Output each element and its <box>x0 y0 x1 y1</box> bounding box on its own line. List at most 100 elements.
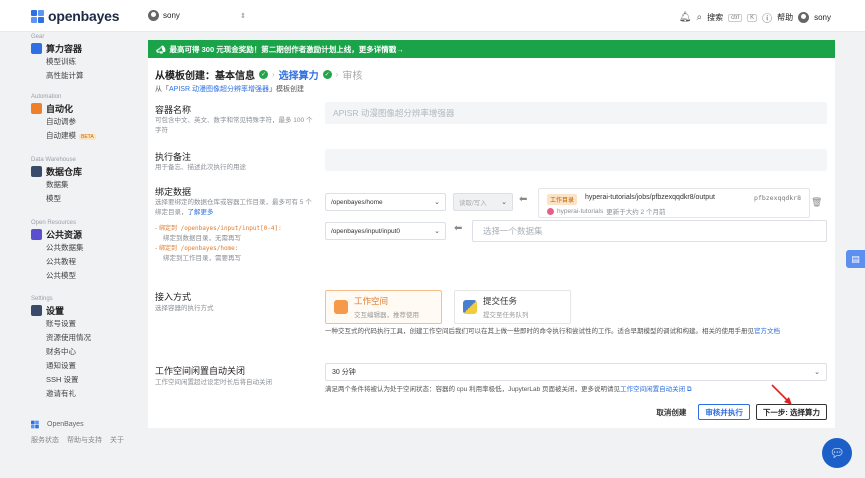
sidebar-item-account[interactable]: 账号设置 <box>46 317 91 331</box>
rule2-desc: 绑定到工作目录，需要再写 <box>163 255 241 262</box>
document-icon: ▤ <box>851 253 860 264</box>
learn-more-link[interactable]: 了解更多 <box>188 209 214 216</box>
notes-input[interactable] <box>325 149 827 171</box>
idle-docs-link[interactable]: 工作空间闲置自动关闭 <box>620 386 685 393</box>
container-icon <box>31 43 42 54</box>
beta-badge: BETA <box>79 134 96 140</box>
sidebar-item-public-tutorials[interactable]: 公共教程 <box>46 255 84 269</box>
step-basic-info[interactable]: 从模板创建：基本信息 <box>155 67 255 82</box>
mode-task-text: 提交任务 提交至任务队列 <box>483 295 529 319</box>
sidebar-item-public[interactable]: 公共资源 <box>31 228 84 241</box>
chevron-right-icon: › <box>272 70 275 79</box>
chat-support-button[interactable]: 💬︎ <box>822 438 852 468</box>
check-icon: ✓ <box>322 70 332 79</box>
user-name: sony <box>163 11 180 20</box>
dataset-select[interactable]: 选择一个数据集 <box>472 220 827 242</box>
help-button[interactable]: 帮助 <box>777 12 793 23</box>
python-icon <box>463 300 477 314</box>
sidebar-item-finance[interactable]: 财务中心 <box>46 345 91 359</box>
database-icon <box>31 166 42 177</box>
footer-link-help[interactable]: 帮助与支持 <box>67 435 102 445</box>
container-name-input[interactable]: APISR 动漫图像超分辨率增强器 <box>325 102 827 124</box>
step-compute[interactable]: 选择算力 <box>279 67 319 82</box>
group-caption: Automation <box>31 94 62 100</box>
sidebar-item-compute[interactable]: 算力容器 <box>31 42 84 55</box>
sidebar-item-settings[interactable]: 设置 <box>31 304 91 317</box>
idle-value: 30 分钟 <box>332 369 356 376</box>
bind-rule-home: - 绑定到 /openbayes/home: <box>155 244 282 254</box>
mount-mode-select[interactable]: 读取/写入 ⌄ <box>453 193 513 211</box>
sidebar-item-public-datasets[interactable]: 公共数据集 <box>46 241 84 255</box>
footer-link-status[interactable]: 服务状态 <box>31 435 59 445</box>
sidebar-group-open: Open Resources 公共资源 公共数据集 公共教程 公共模型 <box>31 220 84 283</box>
chevron-down-icon: ⌄ <box>434 199 440 206</box>
cancel-button[interactable]: 取消创建 <box>650 404 692 420</box>
openbayes-logo-icon <box>31 420 39 429</box>
sidebar-item-notifications[interactable]: 通知设置 <box>46 359 91 373</box>
jupyter-icon <box>334 300 348 314</box>
bind-data-hint: 选择要绑定的数据仓库或容器工作目录，最多可有 5 个绑定目录，了解更多 <box>155 198 318 218</box>
group-title: 设置 <box>46 306 65 316</box>
user-switcher[interactable]: sony ⇕ <box>148 10 246 21</box>
annotation-arrow-icon <box>771 384 792 405</box>
access-label: 接入方式 <box>155 292 192 302</box>
idle-timeout-select[interactable]: 30 分钟 ⌄ <box>325 363 827 381</box>
review-execute-button[interactable]: 审核并执行 <box>698 404 750 420</box>
idle-desc-text: 满足两个条件将被认为处于空闲状态：容器的 cpu 利用率极低，JupyterLa… <box>325 386 621 393</box>
chevron-down-icon: ⌄ <box>434 228 440 235</box>
sidebar-item-autotune[interactable]: 自动调参 <box>46 115 96 129</box>
mode-sub: 提交至任务队列 <box>483 312 529 319</box>
automation-icon <box>31 103 42 114</box>
group-title: 算力容器 <box>46 44 83 54</box>
rule1-code: 绑定到 /openbayes/input/input[0-4]: <box>158 225 282 232</box>
kbd-k: K <box>747 13 758 22</box>
sidebar-group-gear: Gear 算力容器 模型训练 高性能计算 <box>31 34 84 83</box>
bind-data-label: 绑定数据 <box>155 187 192 197</box>
bound-workspace-card[interactable]: 工作目录 hyperai-tutorials/jobs/pfbzexqqdkr8… <box>538 188 810 218</box>
sidebar-item-ssh[interactable]: SSH 设置 <box>46 373 91 387</box>
sidebar-item-invite[interactable]: 邀请有礼 <box>46 387 91 401</box>
account-name[interactable]: sony <box>814 13 831 22</box>
mode-task-option[interactable]: 提交任务 提交至任务队列 <box>454 290 571 324</box>
bind-rule-input: - 绑定到 /openbayes/input/input[0-4]: <box>155 224 282 234</box>
footer-link-about[interactable]: 关于 <box>110 435 124 445</box>
mode-workspace-option[interactable]: 工作空间 交互编辑器，推荐使用 <box>325 290 442 324</box>
logo[interactable]: openbayes <box>31 8 120 24</box>
account-avatar[interactable] <box>798 12 810 23</box>
help-icon[interactable]: ⓘ <box>762 10 772 25</box>
sidebar-item-warehouse[interactable]: 数据仓库 <box>31 165 82 178</box>
sidebar-item-usage[interactable]: 资源使用情况 <box>46 331 91 345</box>
promo-banner[interactable]: 📣︎ 最高可得 300 元现金奖励！第二期创作者激励计划上线，更多详情戳→ <box>148 40 835 58</box>
form-actions: 取消创建 审核并执行 下一步: 选择算力 <box>650 404 827 420</box>
mount-path-select-2[interactable]: /openbayes/input/input0 ⌄ <box>325 222 446 240</box>
mount-path-select-1[interactable]: /openbayes/home ⌄ <box>325 193 446 211</box>
footer-brand: OpenBayes <box>31 418 124 431</box>
sidebar-item-automl[interactable]: 自动建模 BETA <box>46 129 96 144</box>
workspace-tag: 工作目录 <box>547 194 578 205</box>
idle-description: 满足两个条件将被认为处于空闲状态：容器的 cpu 利用率极低，JupyterLa… <box>325 383 692 394</box>
search-button[interactable]: 搜索 <box>707 12 723 23</box>
external-link-icon[interactable]: ⧉ <box>685 386 692 393</box>
side-panel-tab[interactable]: ▤ <box>846 250 865 268</box>
mount-path-value: /openbayes/input/input0 <box>331 227 401 235</box>
search-icon[interactable]: ⌕ <box>696 12 702 23</box>
template-source: 从「APISR 动漫图像超分辨率增强器」模板创建 <box>155 84 304 94</box>
sidebar-item-hpc[interactable]: 高性能计算 <box>46 69 84 83</box>
mode-title: 工作空间 <box>354 296 389 306</box>
banner-text: 最高可得 300 元现金奖励！第二期创作者激励计划上线，更多详情戳→ <box>169 44 404 54</box>
docs-link[interactable]: 官方文档 <box>754 328 780 335</box>
trash-icon[interactable]: 🗑︎ <box>811 197 822 208</box>
sidebar-item-automation[interactable]: 自动化 <box>31 102 96 115</box>
bell-icon[interactable]: 🔔︎ <box>679 12 692 23</box>
create-form-card: 从模板创建：基本信息 ✓ › 选择算力 ✓ › 审核 从「APISR 动漫图像超… <box>148 58 835 428</box>
mount-mode-value: 读取/写入 <box>459 200 487 207</box>
sidebar-item-models[interactable]: 模型 <box>46 192 82 206</box>
container-name-hint: 可包含中文、英文、数字和常见特殊字符，最多 100 个字符 <box>155 117 313 134</box>
kbd-ctrl: ctrl <box>728 13 743 22</box>
sidebar-item-public-models[interactable]: 公共模型 <box>46 269 84 283</box>
footer-brand-text: OpenBayes <box>47 421 84 428</box>
sidebar-item-model-training[interactable]: 模型训练 <box>46 55 84 69</box>
notes-label: 执行备注 <box>155 152 192 162</box>
sidebar-item-datasets[interactable]: 数据集 <box>46 178 82 192</box>
template-link[interactable]: APISR 动漫图像超分辨率增强器 <box>169 86 269 93</box>
